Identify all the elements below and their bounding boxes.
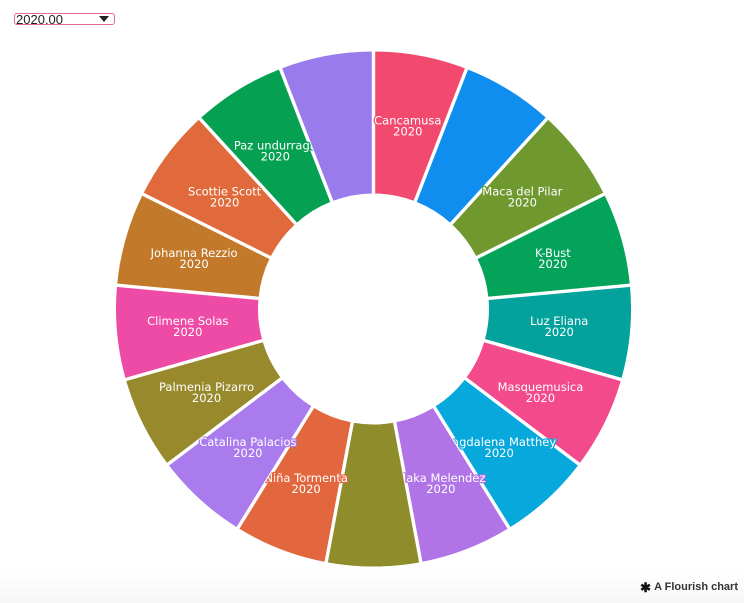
segment-year-label: 2020: [538, 257, 567, 271]
segment-year-label: 2020: [545, 325, 574, 339]
segment-year-label: 2020: [210, 196, 239, 210]
segment-year-label: 2020: [426, 482, 455, 496]
segment-year-label: 2020: [179, 257, 208, 271]
segment-year-label: 2020: [526, 391, 555, 405]
flourish-star-icon: ✱: [640, 579, 652, 595]
footer-bar: [0, 572, 744, 603]
segment-year-label: 2020: [192, 391, 221, 405]
segment-year-label: 2020: [291, 482, 320, 496]
year-select-value: 2020.00: [16, 13, 63, 25]
segment-year-label: 2020: [233, 446, 262, 460]
caret-down-icon: [99, 16, 109, 22]
flourish-credit-link[interactable]: ✱ A Flourish chart: [640, 579, 738, 595]
donut-chart: Cancamusa2020Maca del Pilar2020K-Bust202…: [115, 50, 632, 568]
segment-year-label: 2020: [261, 149, 290, 163]
segment-label: K-Bust2020: [534, 245, 573, 273]
credit-text: A Flourish chart: [654, 581, 738, 593]
segment-year-label: 2020: [485, 446, 514, 460]
segment-year-label: 2020: [173, 325, 202, 339]
segment-year-label: 2020: [508, 196, 537, 210]
year-select[interactable]: 2020.00: [14, 13, 115, 25]
segment-year-label: 2020: [393, 125, 422, 139]
